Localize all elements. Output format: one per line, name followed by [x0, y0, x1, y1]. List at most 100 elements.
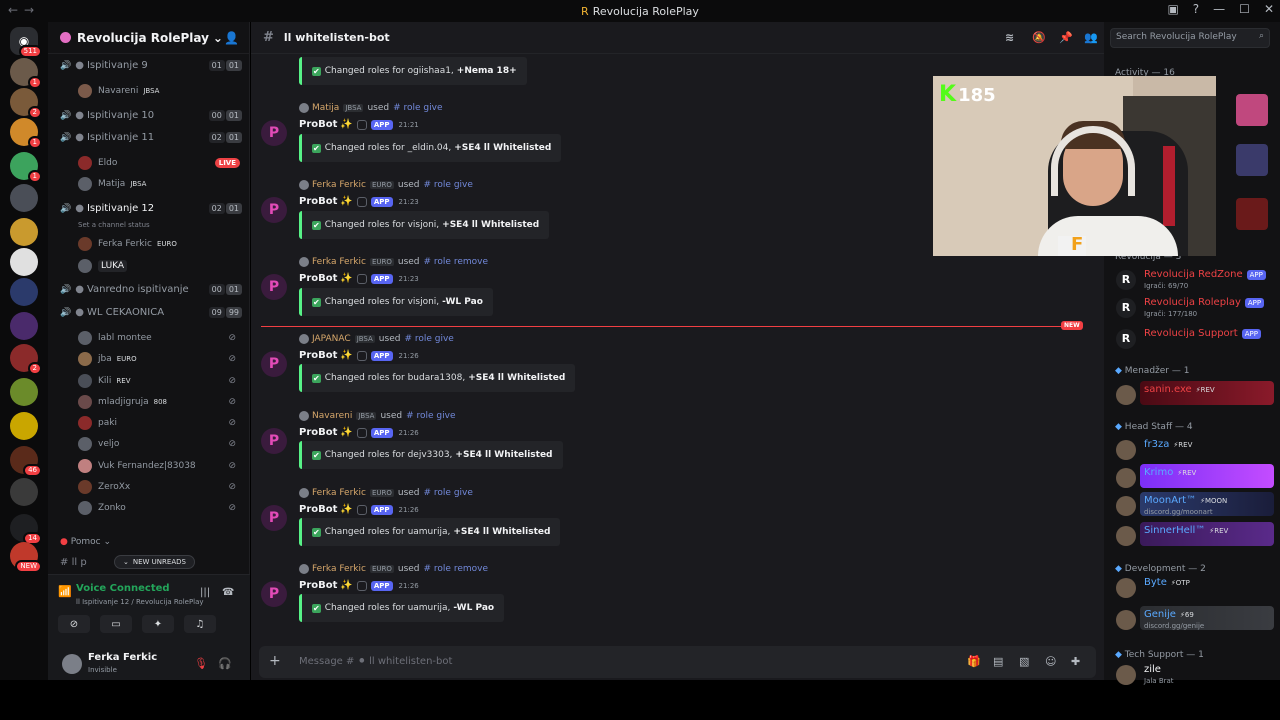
server-icon[interactable]: 1	[10, 152, 42, 183]
close-icon[interactable]: ✕	[1264, 2, 1274, 16]
member-row[interactable]: Genije ⚡69 discord.gg/genije	[1116, 608, 1276, 632]
bot-avatar[interactable]: P	[261, 581, 287, 607]
mic-muted-icon[interactable]: 🎙	[194, 657, 208, 670]
search-input[interactable]: Search Revolucija RolePlay ⌕	[1110, 28, 1270, 48]
member-row[interactable]: MoonArt™ ⚡MOON discord.gg/moonart	[1116, 494, 1276, 518]
video-off-icon[interactable]: ⊘	[58, 615, 90, 633]
member-row[interactable]: Byte ⚡OTP	[1116, 576, 1276, 600]
voice-member[interactable]: Zonko ⊘	[78, 499, 242, 517]
soundboard-icon[interactable]: ♫	[184, 615, 216, 633]
slash-command[interactable]: # role give	[424, 488, 473, 498]
slash-command[interactable]: # role give	[424, 180, 473, 190]
activity-thumbnail[interactable]	[1236, 144, 1268, 176]
voice-member[interactable]: Ferka Ferkic EURO	[78, 235, 242, 253]
voice-channel[interactable]: ll Ispitivanje 12 / Revolucija RolePlay	[76, 598, 204, 606]
members-icon[interactable]: 👥	[1084, 31, 1098, 44]
message-composer[interactable]: + Message # ⚫ ll whitelisten-bot 🎁 ▤ ▧ ☺…	[259, 646, 1096, 678]
server-icon[interactable]	[10, 478, 38, 506]
server-icon[interactable]: 1	[10, 58, 42, 89]
server-icon[interactable]	[10, 412, 38, 440]
emoji-icon[interactable]: ☺	[1045, 655, 1056, 668]
avatar[interactable]	[62, 654, 82, 674]
server-icon[interactable]: 1	[10, 118, 42, 149]
member-row[interactable]: R Revolucija Support APP	[1116, 327, 1276, 351]
voice-channel-2[interactable]: 🔊 ● Ispitivanje 10 00 01	[60, 110, 242, 121]
screen-share-icon[interactable]: ▭	[100, 615, 132, 633]
help-icon[interactable]: ?	[1193, 2, 1199, 16]
voice-channel-6[interactable]: 🔊 ● WL CEKAONICA 09 99	[60, 307, 242, 318]
notification-off-icon[interactable]: 🔕	[1032, 31, 1046, 44]
slash-command[interactable]: # role remove	[424, 564, 489, 574]
member-row[interactable]: R Revolucija Roleplay APP Igrači: 177/180	[1116, 296, 1276, 320]
slash-command[interactable]: # role remove	[424, 257, 489, 267]
apps-icon[interactable]: ✚	[1071, 655, 1080, 668]
voice-member[interactable]: labl montee ⊘	[78, 329, 242, 347]
server-icon[interactable]	[10, 278, 38, 306]
bot-avatar[interactable]: P	[261, 197, 287, 223]
channel-status[interactable]: Set a channel status	[78, 221, 150, 229]
server-icon[interactable]	[10, 378, 38, 406]
bot-avatar[interactable]: P	[261, 120, 287, 146]
inbox-icon[interactable]: ▣	[1167, 2, 1178, 16]
voice-member[interactable]: Vuk Fernandez|83038 ⊘	[78, 457, 242, 475]
server-icon[interactable]: ◉ 511	[10, 27, 42, 58]
voice-member[interactable]: Matija JBSA	[78, 175, 242, 193]
pin-icon[interactable]: 📌	[1059, 31, 1073, 44]
bot-avatar[interactable]: P	[261, 351, 287, 377]
voice-member[interactable]: veljo ⊘	[78, 435, 242, 453]
voice-channel-3[interactable]: 🔊 ● Ispitivanje 11 02 01	[60, 132, 242, 143]
voice-member[interactable]: Navareni JBSA	[78, 82, 242, 100]
slash-command[interactable]: # role give	[404, 334, 453, 344]
add-attachment-icon[interactable]: +	[269, 653, 281, 669]
headphones-icon[interactable]: 🎧	[218, 657, 232, 670]
voice-member[interactable]: ZeroXx ⊘	[78, 478, 242, 496]
voice-member[interactable]: mladjigruja 808 ⊘	[78, 393, 242, 411]
server-icon[interactable]	[10, 248, 38, 276]
member-row[interactable]: R Revolucija RedZone APP Igrači: 69/70	[1116, 268, 1276, 292]
voice-channel-4[interactable]: 🔊 ● Ispitivanje 12 02 01	[60, 203, 242, 214]
signal-icon[interactable]: 📶	[58, 585, 72, 598]
bot-avatar[interactable]: P	[261, 274, 287, 300]
member-row[interactable]: fr3za ⚡REV	[1116, 438, 1276, 462]
noise-suppression-icon[interactable]: |||	[200, 587, 210, 598]
slash-command[interactable]: # role give	[406, 411, 455, 421]
maximize-icon[interactable]: ☐	[1239, 2, 1250, 16]
voice-member[interactable]: LUKA	[78, 257, 242, 275]
server-icon[interactable]: 46	[10, 446, 42, 477]
server-icon[interactable]	[10, 218, 38, 246]
add-member-icon[interactable]: 👤	[224, 31, 239, 45]
threads-icon[interactable]: ≋	[1005, 31, 1014, 44]
category-pomoc[interactable]: ● Pomoc ⌄	[60, 537, 111, 547]
server-icon[interactable]: 2	[10, 344, 42, 375]
server-icon[interactable]	[10, 184, 38, 212]
member-row[interactable]: sanin.exe ⚡REV	[1116, 383, 1276, 407]
member-row[interactable]: Krimo ⚡REV	[1116, 466, 1276, 490]
server-icon[interactable]: 2	[10, 88, 42, 119]
disconnect-icon[interactable]: ☎	[222, 587, 234, 598]
server-icon[interactable]: NEW	[10, 542, 42, 573]
voice-member[interactable]: Kili REV ⊘	[78, 372, 242, 390]
member-row[interactable]: zile Jala Brat	[1116, 663, 1276, 687]
new-unreads-button[interactable]: ⌄ NEW UNREADS	[114, 555, 195, 569]
sticker-icon[interactable]: ▧	[1019, 655, 1029, 668]
minimize-icon[interactable]: —	[1213, 2, 1225, 16]
activity-thumbnail[interactable]	[1236, 198, 1268, 230]
voice-member[interactable]: jba EURO ⊘	[78, 350, 242, 368]
channel-partial[interactable]: # ll p	[60, 557, 87, 568]
bot-avatar[interactable]: P	[261, 428, 287, 454]
activity-thumbnail[interactable]	[1236, 94, 1268, 126]
voice-channel-1[interactable]: 🔊 ● Ispitivanje 9 01 01	[60, 60, 242, 71]
gift-icon[interactable]: 🎁	[967, 655, 981, 668]
server-icon[interactable]	[10, 312, 38, 340]
activities-icon[interactable]: ✦	[142, 615, 174, 633]
message-input[interactable]: Message # ⚫ ll whitelisten-bot	[299, 656, 452, 667]
slash-command[interactable]: # role give	[393, 103, 442, 113]
gif-icon[interactable]: ▤	[993, 655, 1003, 668]
voice-member[interactable]: Eldo LIVE	[78, 154, 242, 172]
bot-avatar[interactable]: P	[261, 505, 287, 531]
server-header[interactable]: Revolucija RolePlay ⌄ 👤	[48, 22, 249, 54]
voice-channel-5[interactable]: 🔊 ● Vanredno ispitivanje 00 01	[60, 284, 242, 295]
server-icon[interactable]: 14	[10, 514, 42, 545]
member-row[interactable]: SinnerHell™ ⚡REV	[1116, 524, 1276, 548]
voice-member[interactable]: paki ⊘	[78, 414, 242, 432]
